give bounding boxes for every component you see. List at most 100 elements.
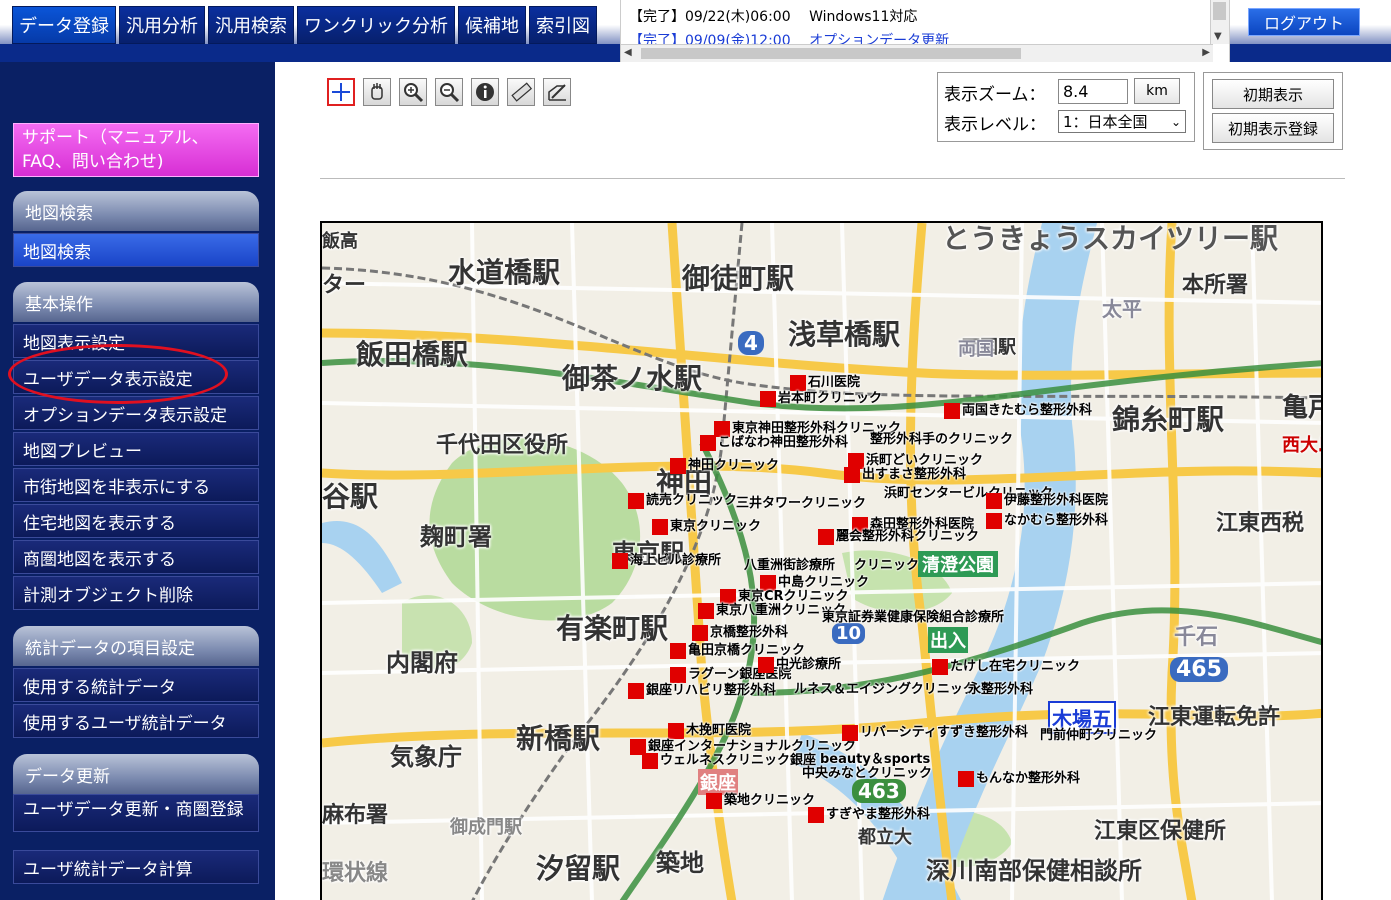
tab-one-click-analysis[interactable]: ワンクリック分析 — [297, 6, 455, 44]
poi-marker[interactable]: 中光診療所 — [758, 657, 841, 673]
map-label: 西大島 — [1282, 435, 1321, 456]
scroll-left-icon[interactable]: ◀ — [624, 47, 632, 58]
sidebar-item-delete-measure-objects[interactable]: 計測オブジェクト削除 — [13, 576, 259, 610]
map-label: 都立大 — [858, 827, 912, 848]
poi-marker[interactable]: 八重洲街診療所 — [742, 559, 835, 573]
map-label: 飯高 — [322, 231, 358, 252]
initial-view-button[interactable]: 初期表示 — [1212, 79, 1334, 109]
poi-marker[interactable]: もんなか整形外科 — [958, 771, 1080, 787]
news-item[interactable]: 【完了】09/22(木)06:00 Windows11対応 — [629, 6, 917, 26]
crosshair-tool-button[interactable] — [327, 78, 355, 106]
sidebar-item-user-statistics-calc[interactable]: ユーザ統計データ計算 — [13, 850, 259, 884]
crosshair-icon — [332, 83, 350, 101]
poi-marker[interactable]: 海上ビル診療所 — [612, 553, 721, 569]
sidebar-item-map-display-settings[interactable]: 地図表示設定 — [13, 324, 259, 358]
tab-candidate-site[interactable]: 候補地 — [458, 6, 526, 44]
sidebar-item-show-trade-area-map[interactable]: 商圏地図を表示する — [13, 540, 259, 574]
poi-marker[interactable]: リバーシティすずき整形外科 — [842, 725, 1028, 741]
section-basic-operations: 基本操作 — [13, 282, 259, 322]
section-statistics-settings: 統計データの項目設定 — [13, 626, 259, 666]
ruler-button[interactable] — [507, 78, 535, 106]
poi-marker[interactable]: 麗会整形外科クリニック — [818, 529, 979, 545]
zoom-out-icon — [440, 83, 460, 103]
poi-marker[interactable]: ルネス＆エイジングクリニック — [792, 683, 976, 697]
poi-marker[interactable]: こばなわ神田整形外科 — [700, 435, 848, 451]
map-label: 内閣府 — [386, 649, 458, 677]
news-vertical-scrollbar[interactable]: ▼ — [1210, 0, 1229, 44]
zoom-out-button[interactable] — [435, 78, 463, 106]
level-select[interactable]: 1：日本全国 ⌄ — [1058, 110, 1186, 133]
poi-marker[interactable]: 京橋整形外科 — [692, 625, 788, 641]
map-label: 銀座 — [698, 769, 738, 795]
poi-marker[interactable]: 中央みなとクリニック — [800, 767, 932, 781]
poi-marker[interactable]: 整形外科手のクリニック — [868, 433, 1013, 447]
poi-marker[interactable]: 東京証券業健康保険組合診療所 — [820, 611, 1004, 625]
poi-marker[interactable]: 東京クリニック — [652, 519, 761, 535]
map-label: ター — [322, 273, 367, 298]
zoom-input[interactable] — [1058, 79, 1128, 104]
zoom-in-button[interactable] — [399, 78, 427, 106]
map-label: 築地 — [656, 849, 704, 877]
info-button[interactable] — [471, 78, 499, 106]
map-label: 御成門駅 — [450, 817, 522, 838]
news-item[interactable]: 【完了】09/09(金)12:00 オプションデータ更新 — [629, 30, 949, 44]
logout-button[interactable]: ログアウト — [1248, 8, 1360, 36]
map-label: 両国 — [958, 339, 994, 360]
news-horizontal-scrollbar[interactable]: ◀ ▶ — [621, 44, 1213, 62]
poi-marker[interactable]: 銀座リハビリ整形外科 — [628, 683, 776, 699]
poi-marker[interactable]: 築地クリニック — [706, 793, 815, 809]
tab-data-register[interactable]: データ登録 — [12, 6, 116, 44]
tab-general-analysis[interactable]: 汎用分析 — [119, 6, 205, 44]
pan-tool-button[interactable] — [363, 78, 391, 106]
top-navigation: データ登録 汎用分析 汎用検索 ワンクリック分析 候補地 索引図 【完了】09/… — [0, 0, 1391, 62]
poi-marker[interactable]: 伊藤整形外科医院 — [986, 493, 1108, 509]
poi-marker[interactable]: 読売クリニック — [628, 493, 737, 509]
poi-marker[interactable]: すぎやま整形外科 — [808, 807, 930, 823]
chevron-down-icon: ⌄ — [1170, 114, 1181, 129]
ruler-icon — [511, 82, 532, 102]
tab-index-map[interactable]: 索引図 — [529, 6, 597, 44]
poi-marker[interactable]: ウェルネスクリニック銀座 — [642, 753, 816, 769]
poi-marker[interactable]: 両国きたむら整形外科 — [944, 403, 1092, 419]
poi-marker[interactable]: なかむら整形外科 — [986, 513, 1108, 529]
map-label: 太平 — [1102, 297, 1142, 321]
poi-marker[interactable]: たけし在宅クリニック — [932, 659, 1080, 675]
scroll-down-icon[interactable]: ▼ — [1214, 31, 1222, 42]
sidebar-item-user-data-update[interactable]: ユーザデータ更新・商圏登録 — [13, 794, 259, 832]
scroll-right-icon[interactable]: ▶ — [1202, 47, 1210, 58]
sidebar-item-hide-city-map[interactable]: 市街地図を非表示にする — [13, 468, 259, 502]
sidebar-item-show-residential-map[interactable]: 住宅地図を表示する — [13, 504, 259, 538]
level-select-value: 1：日本全国 — [1063, 113, 1148, 131]
poi-marker[interactable]: 木挽町医院 — [668, 723, 751, 739]
sidebar-item-map-search[interactable]: 地図検索 — [13, 233, 259, 267]
map-label: 千代田区役所 — [436, 433, 569, 458]
poi-marker[interactable]: クリニック — [852, 559, 919, 573]
zoom-label: 表示ズーム： — [944, 85, 1046, 105]
poi-marker[interactable]: 永整形外科 — [966, 683, 1033, 697]
zoom-unit-button[interactable]: km — [1134, 78, 1180, 104]
divider — [320, 178, 1345, 179]
map-label: 江東区保健所 — [1094, 819, 1227, 844]
sidebar-item-option-data-display-settings[interactable]: オプションデータ表示設定 — [13, 396, 259, 430]
map-label: 本所署 — [1182, 273, 1249, 298]
sidebar-item-statistics-data[interactable]: 使用する統計データ — [13, 668, 259, 702]
info-icon — [476, 83, 494, 101]
map-view[interactable]: 水道橋駅 御徒町駅 浅草橋駅 飯田橋駅 御茶ノ水駅 両国駅 錦糸町駅 千代田区役… — [320, 221, 1323, 900]
poi-marker[interactable]: 神田クリニック — [670, 458, 779, 474]
sidebar-item-user-statistics-data[interactable]: 使用するユーザ統計データ — [13, 704, 259, 738]
sidebar-item-map-preview[interactable]: 地図プレビュー — [13, 432, 259, 466]
area-measure-button[interactable] — [543, 78, 571, 106]
poi-marker[interactable]: 三井タワークリニック — [734, 497, 866, 511]
poi-marker[interactable]: 門前仲町クリニック — [1038, 729, 1157, 743]
poi-marker[interactable]: 出すまさ整形外科 — [844, 467, 966, 483]
poi-marker[interactable]: 岩本町クリニック — [760, 391, 882, 407]
poi-marker[interactable]: 石川医院 — [790, 375, 860, 391]
initial-view-register-button[interactable]: 初期表示登録 — [1212, 113, 1334, 143]
poi-marker[interactable]: beauty＆sports — [818, 753, 930, 767]
support-button[interactable]: サポート（マニュアル、FAQ、問い合わせ) — [13, 123, 259, 177]
sidebar: サポート（マニュアル、FAQ、問い合わせ) 地図検索 地図検索 基本操作 地図表… — [0, 62, 275, 900]
map-label: とうきょうスカイツリー駅 — [942, 222, 1279, 255]
tab-general-search[interactable]: 汎用検索 — [208, 6, 294, 44]
sidebar-item-user-data-display-settings[interactable]: ユーザデータ表示設定 — [13, 360, 259, 394]
news-panel: 【完了】09/22(木)06:00 Windows11対応 【完了】09/09(… — [620, 0, 1230, 62]
